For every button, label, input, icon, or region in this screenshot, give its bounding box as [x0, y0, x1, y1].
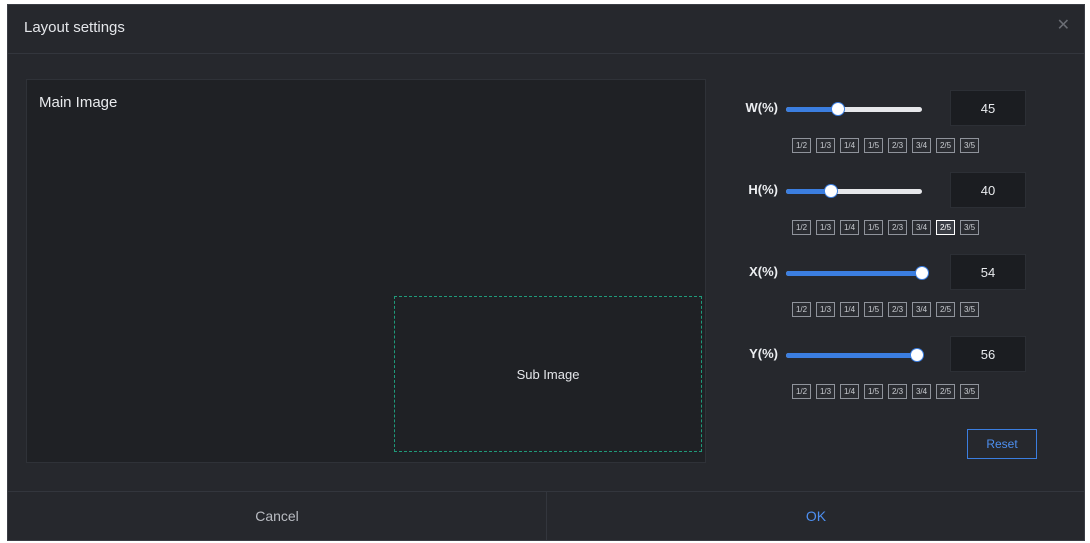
dialog-title: Layout settings	[24, 19, 125, 36]
preset-button-w-6[interactable]: 3/4	[912, 138, 931, 153]
preset-button-x-1[interactable]: 1/2	[792, 302, 811, 317]
sub-image-label: Sub Image	[516, 366, 580, 382]
preset-button-y-3[interactable]: 1/4	[840, 384, 859, 399]
slider-w[interactable]	[786, 103, 922, 115]
slider-thumb-x[interactable]	[916, 267, 928, 279]
preset-button-x-8[interactable]: 3/5	[960, 302, 979, 317]
control-label-h: H(%)	[748, 182, 778, 197]
preset-button-w-3[interactable]: 1/4	[840, 138, 859, 153]
preset-button-h-8[interactable]: 3/5	[960, 220, 979, 235]
preset-button-h-5[interactable]: 2/3	[888, 220, 907, 235]
dialog-header: Layout settings ✕	[8, 5, 1084, 54]
preset-button-y-4[interactable]: 1/5	[864, 384, 883, 399]
slider-h[interactable]	[786, 185, 922, 197]
main-image-label: Main Image	[39, 94, 118, 111]
control-label-w: W(%)	[745, 100, 779, 115]
preset-button-h-7[interactable]: 2/5	[936, 220, 955, 235]
preset-button-h-1[interactable]: 1/2	[792, 220, 811, 235]
preset-button-w-4[interactable]: 1/5	[864, 138, 883, 153]
preset-button-y-7[interactable]: 2/5	[936, 384, 955, 399]
value-input-x[interactable]: 54	[950, 254, 1026, 290]
preset-button-w-1[interactable]: 1/2	[792, 138, 811, 153]
preset-button-h-3[interactable]: 1/4	[840, 220, 859, 235]
slider-fill-y	[786, 353, 917, 358]
reset-button[interactable]: Reset	[967, 429, 1037, 459]
slider-thumb-y[interactable]	[910, 349, 923, 361]
layout-settings-dialog: Layout settings ✕ Main Image Sub Image W…	[7, 4, 1085, 541]
close-icon[interactable]: ✕	[1057, 15, 1070, 35]
preset-button-y-2[interactable]: 1/3	[816, 384, 835, 399]
preset-button-w-7[interactable]: 2/5	[936, 138, 955, 153]
preset-group-w: 1/2 1/3 1/4 1/5 2/3 3/4 2/5 3/5	[792, 138, 979, 153]
preset-button-x-3[interactable]: 1/4	[840, 302, 859, 317]
preset-button-y-8[interactable]: 3/5	[960, 384, 979, 399]
slider-x[interactable]	[786, 267, 928, 279]
slider-fill-x	[786, 271, 922, 276]
preset-group-y: 1/2 1/3 1/4 1/5 2/3 3/4 2/5 3/5	[792, 384, 979, 399]
preset-button-x-4[interactable]: 1/5	[864, 302, 883, 317]
control-label-y: Y(%)	[749, 346, 778, 361]
value-input-w[interactable]: 45	[950, 90, 1026, 126]
slider-fill-w	[786, 107, 838, 112]
cancel-button[interactable]: Cancel	[8, 492, 547, 540]
preset-group-h: 1/2 1/3 1/4 1/5 2/3 3/4 2/5 3/5	[792, 220, 979, 235]
preset-button-y-6[interactable]: 3/4	[912, 384, 931, 399]
preset-button-y-5[interactable]: 2/3	[888, 384, 907, 399]
preset-button-w-2[interactable]: 1/3	[816, 138, 835, 153]
sub-image-region[interactable]: Sub Image	[394, 296, 702, 452]
preset-button-h-6[interactable]: 3/4	[912, 220, 931, 235]
preset-button-w-5[interactable]: 2/3	[888, 138, 907, 153]
layout-preview: Main Image Sub Image	[26, 79, 706, 463]
slider-thumb-w[interactable]	[831, 103, 844, 115]
preset-button-x-7[interactable]: 2/5	[936, 302, 955, 317]
preset-button-x-5[interactable]: 2/3	[888, 302, 907, 317]
slider-thumb-h[interactable]	[824, 185, 837, 197]
preset-button-x-6[interactable]: 3/4	[912, 302, 931, 317]
slider-y[interactable]	[786, 349, 923, 361]
preset-button-h-2[interactable]: 1/3	[816, 220, 835, 235]
preset-button-y-1[interactable]: 1/2	[792, 384, 811, 399]
dialog-footer: Cancel OK	[8, 491, 1084, 540]
control-label-x: X(%)	[749, 264, 778, 279]
preset-group-x: 1/2 1/3 1/4 1/5 2/3 3/4 2/5 3/5	[792, 302, 979, 317]
value-input-y[interactable]: 56	[950, 336, 1026, 372]
preset-button-w-8[interactable]: 3/5	[960, 138, 979, 153]
ok-button[interactable]: OK	[547, 492, 1085, 540]
preset-button-h-4[interactable]: 1/5	[864, 220, 883, 235]
value-input-h[interactable]: 40	[950, 172, 1026, 208]
preset-button-x-2[interactable]: 1/3	[816, 302, 835, 317]
